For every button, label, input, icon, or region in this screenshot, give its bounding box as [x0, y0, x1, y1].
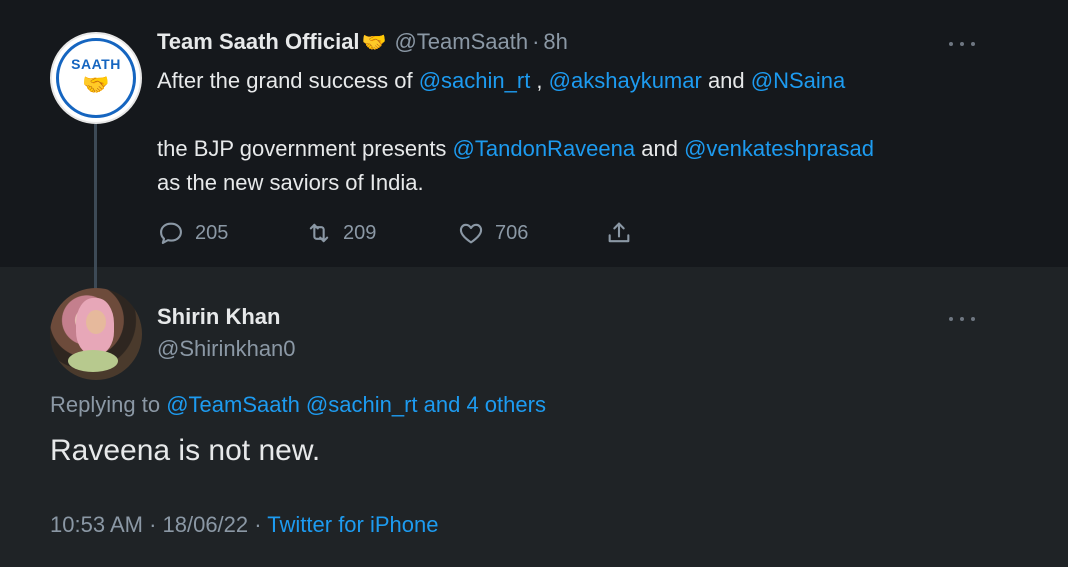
tweet-line-2: the BJP government presents @TandonRavee…: [157, 132, 1037, 166]
avatar-photo-plate: [68, 350, 118, 372]
text-segment: the BJP government presents: [157, 136, 453, 161]
share-icon: [608, 222, 630, 243]
mention-link[interactable]: @NSaina: [751, 68, 846, 93]
reply-button[interactable]: 205: [157, 219, 305, 247]
avatar-brand-text: SAATH: [71, 56, 121, 72]
tweet-line-3: as the new saviors of India.: [157, 170, 424, 195]
avatar-team-saath[interactable]: SAATH 🤝: [50, 32, 142, 124]
reply-meta: 10:53 AM · 18/06/22 · Twitter for iPhone: [50, 512, 438, 538]
text-segment: and: [635, 136, 685, 161]
reply-icon: [160, 222, 182, 244]
text-segment: After the grand success of: [157, 68, 419, 93]
parent-handle[interactable]: @TeamSaath: [394, 29, 528, 55]
reply-display-name[interactable]: Shirin Khan: [157, 304, 280, 330]
avatar-shirin-khan[interactable]: [50, 288, 142, 380]
like-icon: [459, 223, 483, 244]
share-button[interactable]: [605, 219, 633, 247]
more-icon[interactable]: [949, 38, 975, 50]
name-emoji: 🤝: [361, 31, 387, 54]
more-icon[interactable]: [949, 313, 975, 325]
mention-link[interactable]: @venkateshprasad: [684, 136, 874, 161]
parent-time[interactable]: 8h: [543, 29, 567, 55]
mention-link[interactable]: @sachin_rt: [419, 68, 531, 93]
retweet-count: 209: [343, 221, 377, 244]
avatar-ring: SAATH 🤝: [56, 38, 136, 118]
parent-tweet-header: Team Saath Official 🤝 @TeamSaath · 8h: [157, 28, 568, 56]
tweet-line-1: After the grand success of @sachin_rt , …: [157, 64, 1037, 98]
tweet-thread: SAATH 🤝 Team Saath Official 🤝 @TeamSaath…: [0, 0, 1068, 567]
avatar-photo-face: [86, 310, 106, 334]
tweet-actions: 205 209 706: [157, 218, 633, 248]
reply-count: 205: [195, 221, 229, 244]
mention-link[interactable]: @akshaykumar: [549, 68, 702, 93]
reply-tweet-text: Raveena is not new.: [50, 434, 321, 467]
parent-tweet-text: After the grand success of @sachin_rt , …: [157, 64, 1037, 200]
text-segment: and: [701, 68, 751, 93]
source-link[interactable]: Twitter for iPhone: [267, 512, 438, 537]
replying-targets-link[interactable]: @TeamSaath @sachin_rt and 4 others: [166, 392, 546, 417]
mention-link[interactable]: @TandonRaveena: [453, 136, 636, 161]
replying-to-line: Replying to @TeamSaath @sachin_rt and 4 …: [50, 392, 546, 418]
parent-display-name[interactable]: Team Saath Official: [157, 29, 360, 55]
retweet-button[interactable]: 209: [305, 219, 457, 247]
replying-prefix: Replying to: [50, 392, 167, 417]
handshake-icon: 🤝: [82, 72, 110, 97]
thread-connector-line: [94, 124, 97, 292]
text-segment: ,: [530, 68, 549, 93]
separator-dot: ·: [532, 29, 540, 54]
like-count: 706: [495, 221, 529, 244]
like-button[interactable]: 706: [457, 219, 605, 247]
retweet-icon: [309, 223, 329, 243]
reply-handle[interactable]: @Shirinkhan0: [157, 336, 296, 362]
timestamp[interactable]: 10:53 AM · 18/06/22 ·: [50, 512, 267, 537]
